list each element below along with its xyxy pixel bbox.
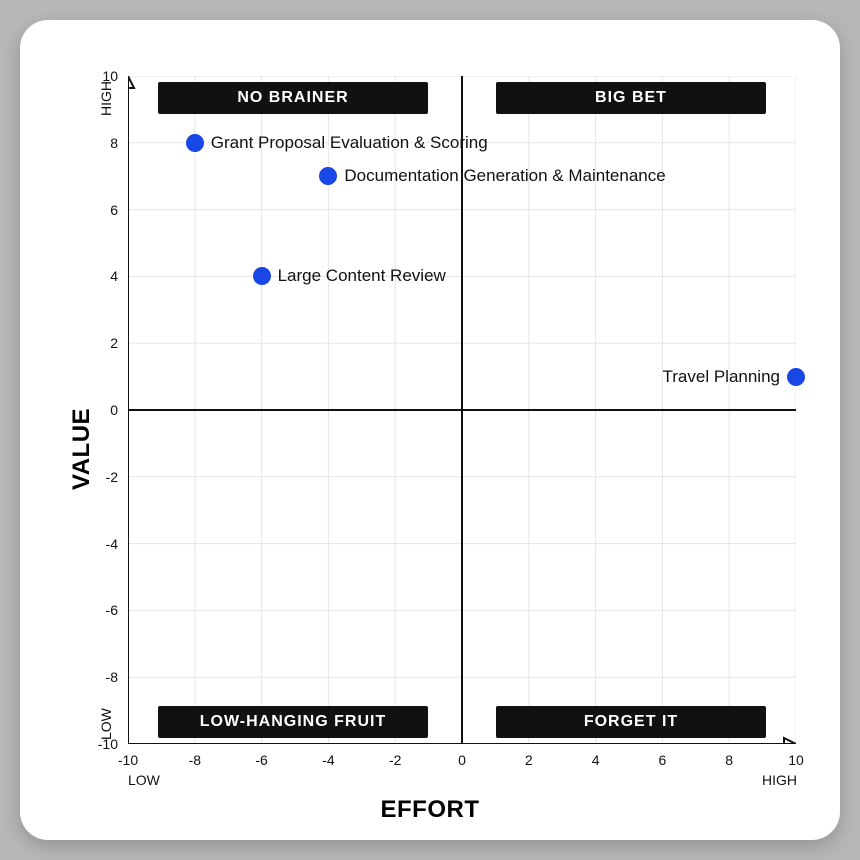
- plot-area: NO BRAINER BIG BET LOW-HANGING FRUIT FOR…: [128, 76, 796, 744]
- quadrant-no-brainer: NO BRAINER: [158, 82, 428, 114]
- x-tick: -8: [189, 752, 201, 768]
- x-high-label: HIGH: [762, 772, 797, 788]
- y-tick: 6: [110, 202, 118, 218]
- x-tick: 6: [658, 752, 666, 768]
- x-tick: -6: [255, 752, 267, 768]
- quadrant-label: LOW-HANGING FRUIT: [200, 713, 386, 731]
- x-tick: -4: [322, 752, 334, 768]
- data-point-label: Large Content Review: [278, 266, 446, 286]
- quadrant-forget-it: FORGET IT: [496, 706, 766, 738]
- y-tick: 2: [110, 335, 118, 351]
- y-tick: 0: [110, 402, 118, 418]
- quadrant-label: NO BRAINER: [237, 89, 348, 107]
- x-tick: 0: [458, 752, 466, 768]
- quadrant-label: BIG BET: [595, 89, 667, 107]
- data-point-label: Documentation Generation & Maintenance: [344, 166, 665, 186]
- y-low-label: LOW: [98, 708, 114, 740]
- x-low-label: LOW: [128, 772, 160, 788]
- y-high-label: HIGH: [98, 81, 114, 116]
- data-point: [787, 368, 805, 386]
- quadrant-low-hanging: LOW-HANGING FRUIT: [158, 706, 428, 738]
- quadrant-label: FORGET IT: [584, 713, 678, 731]
- x-axis-title: EFFORT: [20, 796, 840, 824]
- x-tick: -10: [118, 752, 138, 768]
- data-point: [319, 167, 337, 185]
- y-tick: 8: [110, 135, 118, 151]
- y-tick: -2: [106, 469, 118, 485]
- y-tick: -6: [106, 602, 118, 618]
- y-tick: -8: [106, 669, 118, 685]
- x-tick: 10: [788, 752, 804, 768]
- chart-card: NO BRAINER BIG BET LOW-HANGING FRUIT FOR…: [20, 20, 840, 840]
- x-tick: -2: [389, 752, 401, 768]
- data-point: [253, 267, 271, 285]
- x-tick: 8: [725, 752, 733, 768]
- y-axis-title: VALUE: [68, 408, 96, 490]
- data-point: [186, 134, 204, 152]
- data-point-label: Grant Proposal Evaluation & Scoring: [211, 133, 488, 153]
- y-tick: 4: [110, 268, 118, 284]
- x-tick: 2: [525, 752, 533, 768]
- quadrant-big-bet: BIG BET: [496, 82, 766, 114]
- y-tick: -4: [106, 536, 118, 552]
- x-tick: 4: [592, 752, 600, 768]
- data-point-label: Travel Planning: [663, 367, 781, 387]
